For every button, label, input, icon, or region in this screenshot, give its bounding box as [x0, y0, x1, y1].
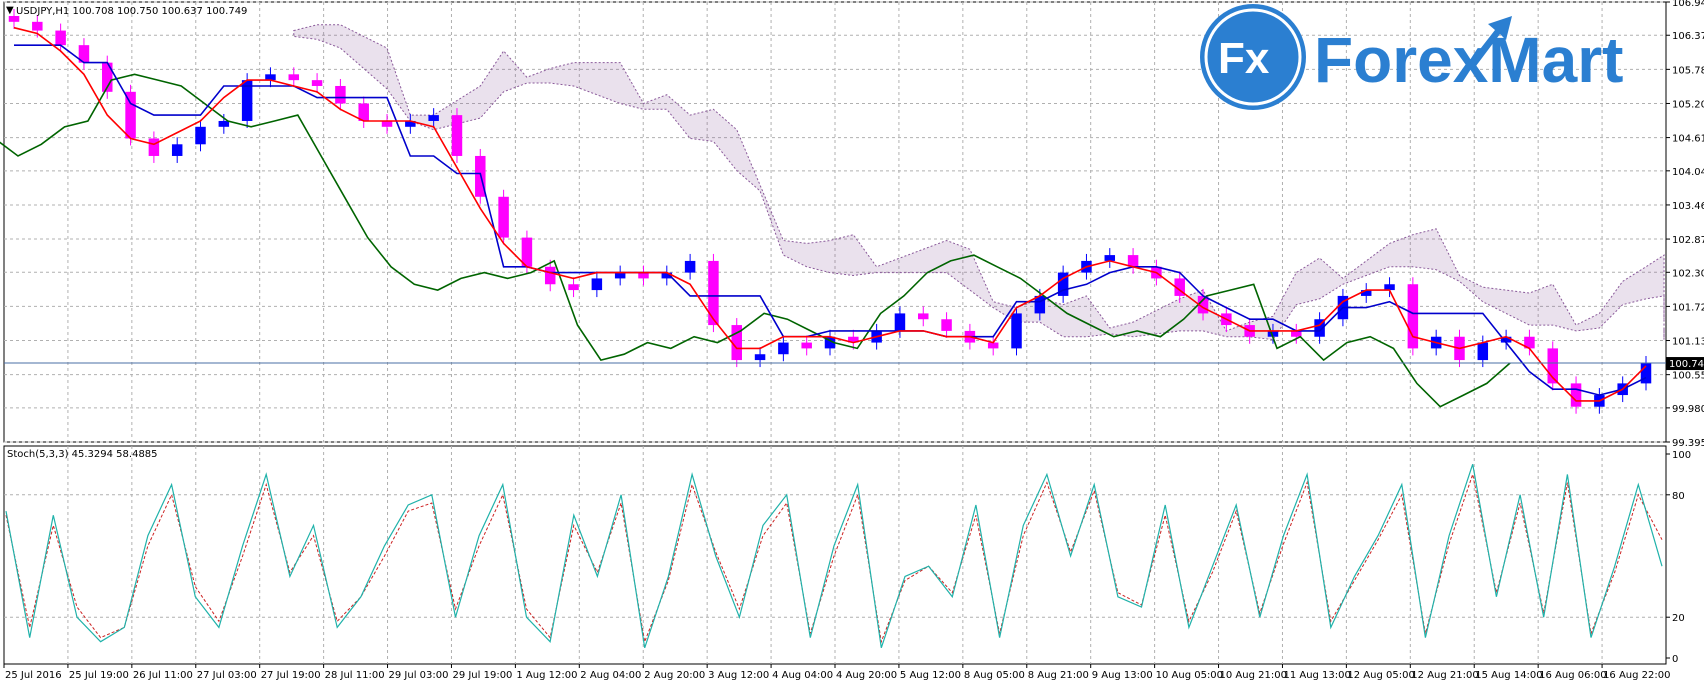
candle-body — [1477, 342, 1489, 361]
candle-body — [1104, 255, 1116, 261]
candle-body — [1011, 313, 1022, 349]
stoch-tick-label: 0 — [1672, 654, 1678, 665]
logo-name: ForexMart — [1314, 24, 1623, 96]
time-tick-label: 10 Aug 21:00 — [1220, 670, 1287, 681]
price-tick-label: 100.550 — [1672, 371, 1704, 382]
stoch-tick-label: 20 — [1672, 613, 1685, 624]
time-tick-label: 25 Jul 2016 — [5, 670, 62, 681]
candle-body — [32, 21, 43, 31]
chart-menu-arrow-icon[interactable]: ▼ — [6, 5, 14, 16]
stoch-header: Stoch(5,3,3) 45.3294 58.4885 — [7, 449, 158, 460]
candle-body — [148, 138, 160, 156]
candle-body — [941, 319, 952, 331]
candle-body — [894, 313, 906, 331]
time-tick-label: 4 Aug 20:00 — [836, 670, 897, 681]
time-tick-label: 28 Jul 11:00 — [325, 670, 385, 681]
candle-body — [638, 272, 649, 279]
price-tick-label: 99.980 — [1672, 404, 1704, 415]
time-tick-label: 8 Aug 21:00 — [1028, 670, 1089, 681]
price-tick-label: 103.460 — [1672, 201, 1704, 212]
candle-body — [614, 272, 626, 279]
time-tick-label: 3 Aug 12:00 — [708, 670, 769, 681]
time-tick-label: 5 Aug 12:00 — [900, 670, 961, 681]
time-tick-label: 11 Aug 13:00 — [1283, 670, 1350, 681]
price-tick-label: 101.720 — [1672, 302, 1704, 313]
candle-body — [778, 342, 789, 355]
time-tick-label: 10 Aug 05:00 — [1156, 670, 1223, 681]
chart-canvas: 106.940 106.370 105.785 105.200 104.615 104.0… — [0, 0, 1704, 681]
price-tick-label: 106.370 — [1672, 31, 1704, 42]
price-axis: 106.940 106.370 105.785 105.200 104.615 104.0… — [1666, 0, 1704, 449]
candle-body — [1407, 284, 1419, 349]
symbol-header: USDJPY,H1 100.708 100.750 100.637 100.74… — [16, 6, 247, 17]
candle-body — [195, 126, 206, 145]
time-tick-label: 8 Aug 05:00 — [964, 670, 1025, 681]
candle-body — [684, 260, 696, 273]
price-tick-label: 104.045 — [1672, 167, 1704, 178]
time-tick-label: 29 Jul 03:00 — [389, 670, 449, 681]
candle-body — [265, 74, 276, 81]
candle-body — [918, 313, 929, 320]
current-price-label: 100.749 — [1669, 359, 1704, 370]
time-tick-label: 16 Aug 06:00 — [1539, 670, 1606, 681]
time-tick-label: 27 Jul 03:00 — [197, 670, 257, 681]
price-tick-label: 106.940 — [1672, 0, 1704, 9]
candle-body — [335, 85, 346, 104]
stoch-tick-label: 80 — [1672, 491, 1685, 502]
candle-body — [55, 30, 66, 46]
time-tick-label: 1 Aug 12:00 — [516, 670, 577, 681]
candle-body — [381, 120, 393, 127]
time-tick-label: 16 Aug 22:00 — [1603, 670, 1670, 681]
time-tick-label: 2 Aug 04:00 — [580, 670, 641, 681]
logo-mark: Fx — [1218, 34, 1270, 83]
candle-body — [288, 74, 300, 81]
candle-body — [1291, 330, 1302, 337]
stoch-tick-label: 100 — [1672, 450, 1691, 461]
time-tick-label: 15 Aug 14:00 — [1475, 670, 1542, 681]
candle-body — [708, 260, 719, 326]
time-tick-label: 26 Jul 11:00 — [133, 670, 193, 681]
time-tick-label: 4 Aug 04:00 — [772, 670, 833, 681]
price-tick-label: 102.875 — [1672, 235, 1704, 246]
candle-body — [1127, 255, 1139, 267]
time-tick-label: 12 Aug 05:00 — [1347, 670, 1414, 681]
price-tick-label: 105.200 — [1672, 99, 1704, 110]
time-tick-label: 9 Aug 13:00 — [1092, 670, 1153, 681]
candle-body — [568, 284, 579, 291]
time-tick-label: 12 Aug 21:00 — [1411, 670, 1478, 681]
candle-body — [218, 120, 230, 127]
candle-body — [125, 91, 136, 139]
candle-body — [801, 342, 812, 349]
price-tick-label: 101.135 — [1672, 337, 1704, 348]
time-tick-label: 29 Jul 19:00 — [452, 670, 512, 681]
price-tick-label: 102.305 — [1672, 268, 1704, 279]
time-tick-label: 2 Aug 20:00 — [644, 670, 705, 681]
candle-body — [311, 80, 323, 86]
time-axis: 25 Jul 2016 25 Jul 19:00 26 Jul 11:00 27 Ju… — [3, 664, 1671, 681]
price-tick-label: 104.615 — [1672, 134, 1704, 145]
candle-body — [428, 115, 439, 121]
price-tick-label: 105.785 — [1672, 65, 1704, 76]
price-tick-label: 99.395 — [1672, 438, 1704, 449]
time-tick-label: 25 Jul 19:00 — [69, 670, 129, 681]
candle-body — [451, 115, 463, 156]
candle-body — [1384, 284, 1395, 291]
candle-body — [1570, 383, 1582, 407]
candle-body — [591, 278, 603, 291]
candle-body — [544, 266, 556, 285]
candle-body — [754, 354, 766, 361]
candle-body — [498, 196, 509, 238]
stoch-axis: 100 80 20 0 — [1666, 450, 1691, 665]
candle-body — [171, 144, 183, 156]
candle-body — [987, 342, 999, 349]
time-tick-label: 27 Jul 19:00 — [261, 670, 321, 681]
